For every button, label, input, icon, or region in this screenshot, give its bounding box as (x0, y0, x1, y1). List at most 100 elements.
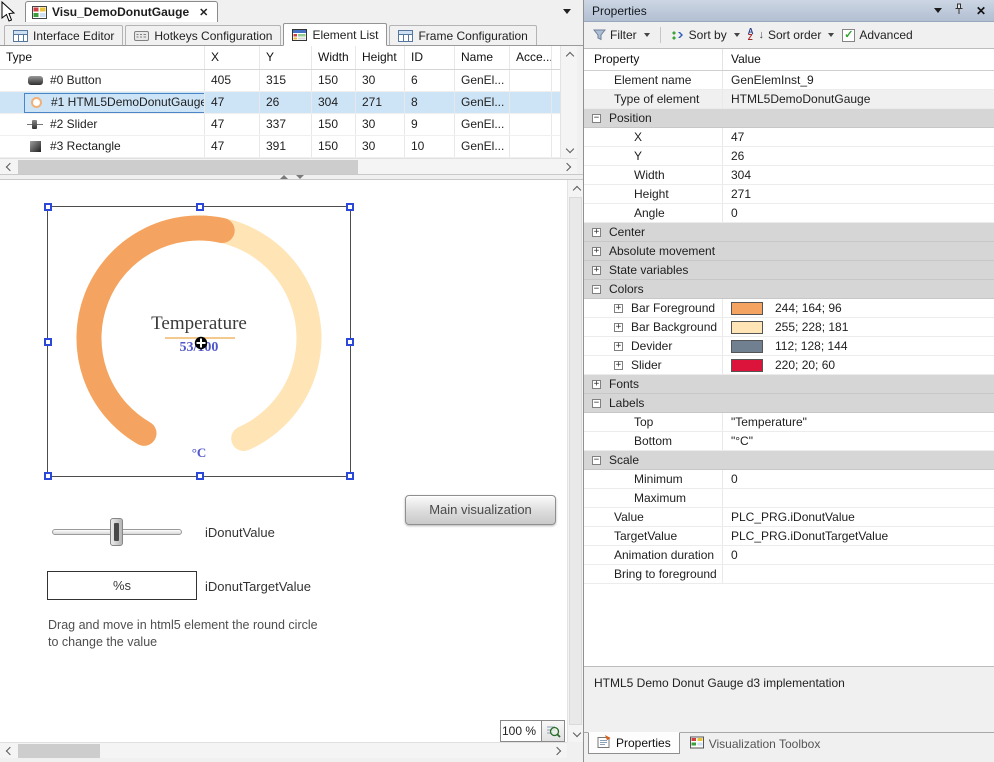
sort-by-button[interactable]: Sort by (668, 26, 743, 44)
zoom-magnifier-button[interactable] (541, 720, 565, 742)
property-row-maximum[interactable]: Maximum (584, 489, 994, 508)
property-group-labels[interactable]: −Labels (584, 394, 994, 413)
scrollbar-thumb[interactable] (18, 744, 100, 758)
property-group-fonts[interactable]: +Fonts (584, 375, 994, 394)
table-horizontal-scrollbar[interactable] (0, 158, 577, 174)
expand-icon[interactable]: + (614, 361, 623, 370)
property-value-cell[interactable]: 0 (723, 470, 994, 488)
property-row-bottom[interactable]: Bottom"°C" (584, 432, 994, 451)
property-row-animation-duration[interactable]: Animation duration0 (584, 546, 994, 565)
scrollbar-thumb[interactable] (569, 197, 582, 725)
property-row-angle[interactable]: Angle0 (584, 204, 994, 223)
property-value-cell[interactable]: "°C" (723, 432, 994, 450)
canvas-horizontal-scrollbar[interactable] (0, 742, 567, 758)
property-row-value[interactable]: ValuePLC_PRG.iDonutValue (584, 508, 994, 527)
property-row-slider[interactable]: +Slider220; 20; 60 (584, 356, 994, 375)
column-header-width[interactable]: Width (312, 46, 356, 69)
property-row-bring-to-foreground[interactable]: Bring to foreground (584, 565, 994, 584)
scroll-left-icon[interactable] (0, 159, 17, 175)
color-swatch[interactable] (731, 359, 763, 372)
property-value-cell[interactable]: PLC_PRG.iDonutTargetValue (723, 527, 994, 545)
property-value-cell[interactable]: 0 (723, 204, 994, 222)
advanced-checkbox[interactable]: ✓ Advanced (839, 26, 915, 44)
property-row-y[interactable]: Y26 (584, 147, 994, 166)
checkbox-checked-icon[interactable]: ✓ (842, 29, 855, 42)
color-swatch[interactable] (731, 340, 763, 353)
selected-element-donut-gauge[interactable]: Temperature 53/100 °C (47, 206, 351, 477)
property-group-state-variables[interactable]: +State variables (584, 261, 994, 280)
document-tab[interactable]: Visu_DemoDonutGauge ✕ (25, 1, 218, 22)
resize-handle-sw[interactable] (44, 472, 52, 480)
expand-icon[interactable]: + (592, 247, 601, 256)
color-swatch[interactable] (731, 321, 763, 334)
sort-order-button[interactable]: AZ ↓ Sort order (745, 26, 838, 44)
expand-icon[interactable]: + (614, 342, 623, 351)
property-value-cell[interactable]: 47 (723, 128, 994, 146)
collapse-icon[interactable]: − (592, 114, 601, 123)
property-value-cell[interactable]: HTML5DemoDonutGauge (723, 90, 994, 108)
column-header-height[interactable]: Height (356, 46, 405, 69)
tab-element-list[interactable]: Element List (283, 23, 387, 46)
scroll-down-icon[interactable] (561, 142, 578, 158)
property-value-cell[interactable]: 26 (723, 147, 994, 165)
panel-tab-visualization-toolbox[interactable]: Visualization Toolbox (682, 733, 829, 755)
resize-handle-n[interactable] (196, 203, 204, 211)
property-group-colors[interactable]: −Colors (584, 280, 994, 299)
visualization-canvas[interactable]: Temperature 53/100 °C iDonutValue (0, 180, 567, 742)
property-row-type-of-element[interactable]: Type of elementHTML5DemoDonutGauge (584, 90, 994, 109)
property-value-cell[interactable] (723, 489, 994, 507)
property-row-height[interactable]: Height271 (584, 185, 994, 204)
expand-icon[interactable]: + (614, 304, 623, 313)
property-value-cell[interactable]: 0 (723, 546, 994, 564)
property-row-top[interactable]: Top"Temperature" (584, 413, 994, 432)
property-row-element-name[interactable]: Element nameGenElemInst_9 (584, 71, 994, 90)
splitter-up-icon[interactable] (280, 175, 288, 179)
property-row-width[interactable]: Width304 (584, 166, 994, 185)
canvas-vertical-scrollbar[interactable] (567, 180, 583, 742)
table-row[interactable]: #3 Rectangle473911503010GenEl... (0, 136, 560, 158)
target-value-field[interactable]: %s (47, 571, 197, 600)
property-group-scale[interactable]: −Scale (584, 451, 994, 470)
window-menu-chevron-icon[interactable] (934, 8, 942, 13)
filter-button[interactable]: Filter (590, 26, 653, 44)
column-header-x[interactable]: X (205, 46, 260, 69)
main-visualization-button[interactable]: Main visualization (405, 495, 556, 525)
scroll-left-icon[interactable] (0, 743, 17, 759)
property-row-bar-background[interactable]: +Bar Background255; 228; 181 (584, 318, 994, 337)
splitter-down-icon[interactable] (296, 175, 304, 179)
collapse-icon[interactable]: − (592, 456, 601, 465)
column-header-type[interactable]: Type (0, 46, 205, 69)
tab-list-chevron-icon[interactable] (563, 9, 571, 14)
table-row[interactable]: #1 HTML5DemoDonutGauge47263042718GenEl..… (0, 92, 560, 114)
property-row-minimum[interactable]: Minimum0 (584, 470, 994, 489)
property-value-cell[interactable]: PLC_PRG.iDonutValue (723, 508, 994, 526)
property-value-cell[interactable]: 220; 20; 60 (723, 356, 994, 374)
expand-icon[interactable]: + (614, 323, 623, 332)
column-header-id[interactable]: ID (405, 46, 455, 69)
property-value-cell[interactable]: 255; 228; 181 (723, 318, 994, 336)
property-value-cell[interactable]: GenElemInst_9 (723, 71, 994, 89)
slider-element-knob[interactable] (110, 518, 123, 546)
property-row-x[interactable]: X47 (584, 128, 994, 147)
table-vertical-scrollbar[interactable] (560, 46, 577, 158)
expand-icon[interactable]: + (592, 380, 601, 389)
property-row-targetvalue[interactable]: TargetValuePLC_PRG.iDonutTargetValue (584, 527, 994, 546)
property-value-cell[interactable]: 112; 128; 144 (723, 337, 994, 355)
property-value-cell[interactable]: 271 (723, 185, 994, 203)
property-value-cell[interactable]: 244; 164; 96 (723, 299, 994, 317)
table-row[interactable]: #0 Button405315150306GenEl... (0, 70, 560, 92)
property-group-position[interactable]: −Position (584, 109, 994, 128)
tab-interface-editor[interactable]: Interface Editor (4, 25, 123, 45)
property-value-cell[interactable]: 304 (723, 166, 994, 184)
scrollbar-thumb[interactable] (18, 160, 358, 174)
resize-handle-ne[interactable] (346, 203, 354, 211)
resize-handle-s[interactable] (196, 472, 204, 480)
scroll-up-icon[interactable] (561, 46, 578, 62)
collapse-icon[interactable]: − (592, 285, 601, 294)
collapse-icon[interactable]: − (592, 399, 601, 408)
color-swatch[interactable] (731, 302, 763, 315)
scroll-right-icon[interactable] (550, 743, 567, 759)
close-icon[interactable]: ✕ (976, 4, 986, 18)
property-group-center[interactable]: +Center (584, 223, 994, 242)
table-row[interactable]: #2 Slider47337150309GenEl... (0, 114, 560, 136)
